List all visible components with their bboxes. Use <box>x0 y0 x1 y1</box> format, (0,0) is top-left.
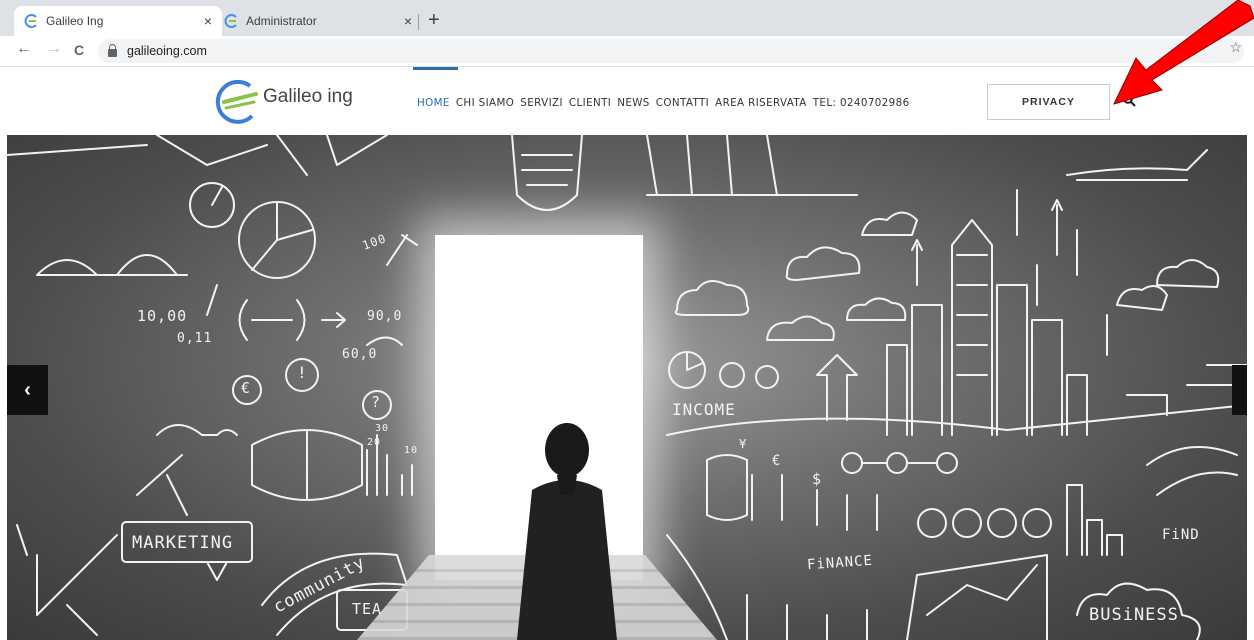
address-bar[interactable]: galileoing.com <box>98 39 1244 63</box>
chalk-dollar: $ <box>812 470 823 488</box>
chalk-business: BUSiNESS <box>1089 605 1179 625</box>
lock-icon <box>108 43 117 57</box>
tab-title: Administrator <box>246 14 317 28</box>
chalk-find: FiND <box>1162 527 1200 543</box>
privacy-button[interactable]: PRIVACY <box>987 84 1110 120</box>
chalk-euro-right: € <box>772 453 782 469</box>
main-nav: HOME CHI SIAMO SERVIZI CLIENTI NEWS CONT… <box>417 97 916 109</box>
nav-news[interactable]: NEWS <box>617 97 650 109</box>
chalk-exclaim: ! <box>297 363 308 382</box>
slider-next-button[interactable] <box>1232 365 1247 415</box>
chalk-question: ? <box>371 393 382 411</box>
chalk-team: TEA <box>352 600 383 618</box>
hero-slider-image: MARKETING community TEA INCOME FiNANCE F… <box>7 135 1247 640</box>
nav-chi-siamo[interactable]: CHI SIAMO <box>456 97 514 109</box>
man-silhouette <box>517 423 617 640</box>
new-tab-button[interactable]: + <box>428 9 440 32</box>
chalk-euro: € <box>241 379 252 397</box>
tab-galileo-ing[interactable]: Galileo Ing × <box>14 6 222 36</box>
nav-area-riservata[interactable]: AREA RISERVATA <box>715 97 807 109</box>
active-nav-indicator <box>413 67 458 70</box>
url-text: galileoing.com <box>127 44 207 58</box>
browser-toolbar: ← → C galileoing.com ☆ <box>0 36 1254 67</box>
nav-servizi[interactable]: SERVIZI <box>520 97 563 109</box>
nav-telephone[interactable]: TEL: 0240702986 <box>813 97 910 109</box>
tab-administrator[interactable]: Administrator × <box>214 6 422 36</box>
chalk-fraction-a: 10,00 <box>137 307 188 325</box>
chalk-income: INCOME <box>672 400 736 419</box>
chalk-marketing: MARKETING <box>132 533 234 553</box>
tab-divider <box>418 14 419 30</box>
close-tab-icon[interactable]: × <box>204 13 212 29</box>
galileo-logo-icon <box>215 80 258 124</box>
galileo-favicon-icon <box>224 14 237 28</box>
chalk-60: 60,0 <box>342 347 378 362</box>
back-icon[interactable]: ← <box>16 40 32 58</box>
forward-icon[interactable]: → <box>46 40 62 58</box>
logo-text: Galileo ing <box>263 86 353 107</box>
tab-title: Galileo Ing <box>46 14 104 28</box>
reload-icon[interactable]: C <box>74 42 84 58</box>
red-arrow-annotation <box>1113 0 1254 105</box>
close-tab-icon[interactable]: × <box>404 13 412 29</box>
chalk-fraction-b: 0,11 <box>177 331 213 346</box>
chalk-yen: ¥ <box>739 437 748 451</box>
site-logo[interactable]: Galileo ing <box>208 80 378 124</box>
chalk-30: 30 <box>375 423 390 434</box>
nav-home[interactable]: HOME <box>417 97 450 109</box>
chalk-90: 90,0 <box>367 309 403 324</box>
chalk-20: 20 <box>367 437 382 448</box>
slider-prev-button[interactable]: ‹ <box>7 365 48 415</box>
nav-clienti[interactable]: CLIENTI <box>569 97 611 109</box>
site-header: Galileo ing HOME CHI SIAMO SERVIZI CLIEN… <box>0 67 1254 135</box>
chalk-10: 10 <box>404 445 419 456</box>
nav-contatti[interactable]: CONTATTI <box>656 97 709 109</box>
galileo-favicon-icon <box>24 14 37 28</box>
browser-tab-bar: Galileo Ing × Administrator × + <box>0 0 1254 36</box>
